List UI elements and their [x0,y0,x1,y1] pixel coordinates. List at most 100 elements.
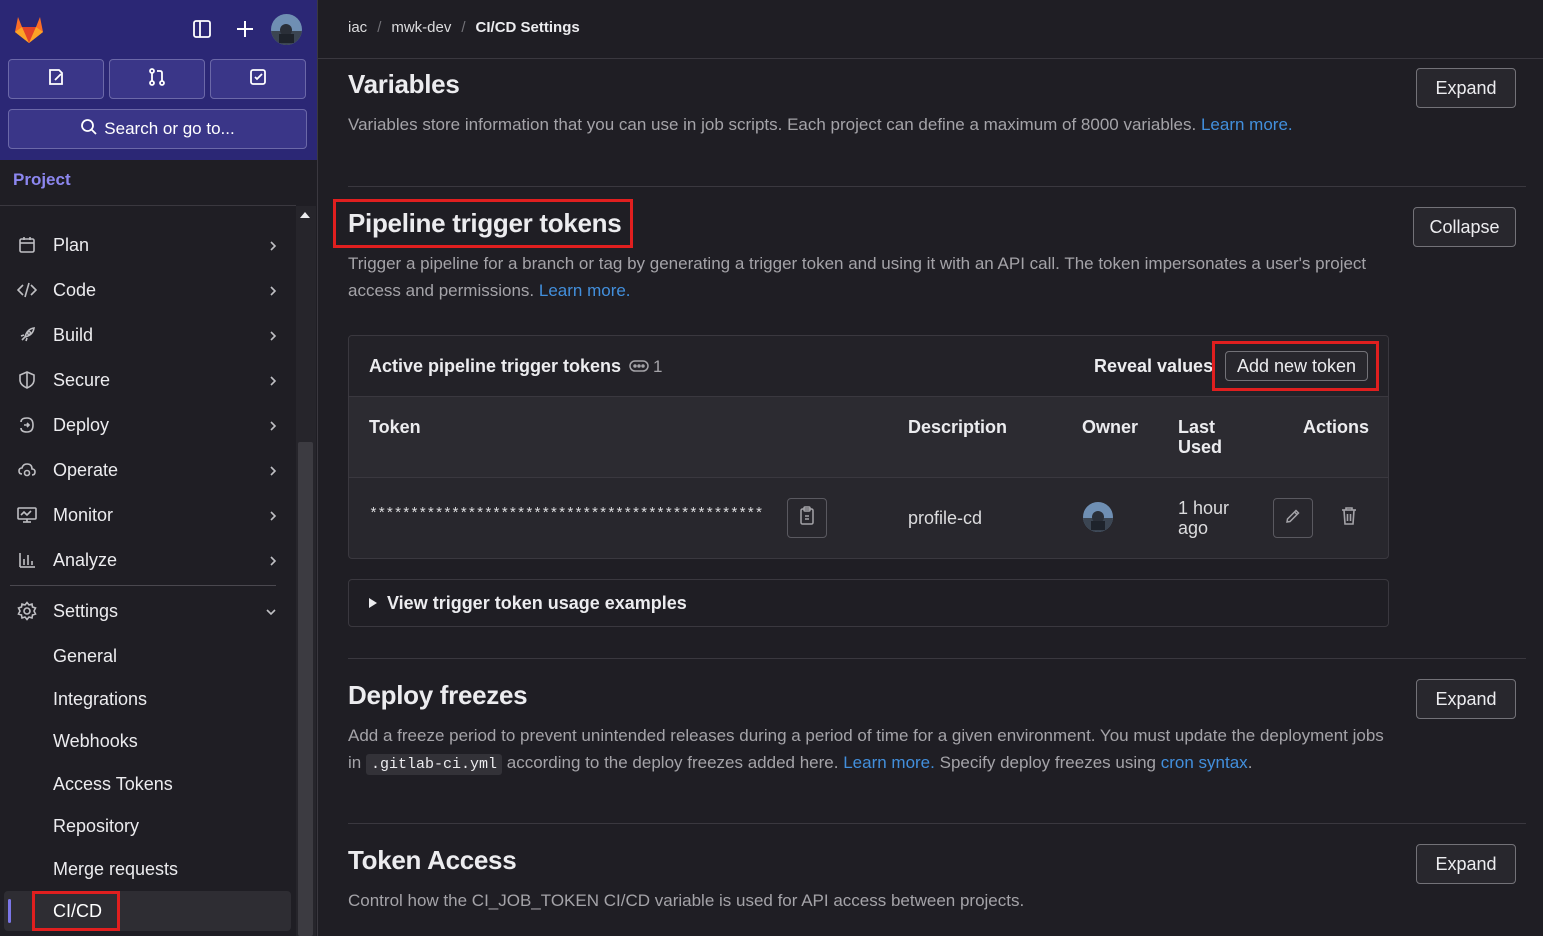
annotation-highlight-add-token [1212,341,1379,391]
token-last-used: 1 hour ago [1178,498,1229,538]
delete-token-button[interactable] [1329,498,1369,538]
last-used-line2: ago [1178,518,1209,538]
variables-title: Variables [348,69,460,99]
header-divider [318,58,1543,59]
sidebar-sub-access-tokens[interactable]: Access Tokens [53,774,173,795]
sidebar-sub-repository[interactable]: Repository [53,816,139,837]
sidebar-item-label: Settings [53,600,119,621]
sidebar-item-label: Monitor [53,504,114,525]
column-last-used: Last Used [1178,417,1222,457]
column-actions: Actions [1303,417,1370,437]
sidebar: Search or go to... Project Plan Code Bui… [0,0,318,936]
pencil-icon [1284,507,1302,530]
sidebar-item-build[interactable]: Build [8,315,288,355]
sidebar-item-analyze[interactable]: Analyze [8,540,288,580]
deployments-icon [16,414,38,436]
cron-syntax-link[interactable]: cron syntax [1161,753,1248,772]
user-avatar[interactable] [271,14,302,45]
todos-button[interactable] [210,59,306,99]
gitlab-logo-icon[interactable] [12,12,46,46]
sidebar-toggle-icon[interactable] [187,14,217,44]
issues-icon [46,67,66,92]
sidebar-item-monitor[interactable]: Monitor [8,495,288,535]
context-label[interactable]: Project [13,170,71,190]
freezes-desc-d: . [1247,753,1253,772]
scrollbar-thumb[interactable] [298,442,313,936]
freezes-expand-button[interactable]: Expand [1416,679,1516,719]
triggers-description: Trigger a pipeline for a branch or tag b… [348,250,1378,304]
sidebar-item-secure[interactable]: Secure [8,360,288,400]
variables-description: Variables store information that you can… [348,111,1388,138]
merge-requests-button[interactable] [109,59,205,99]
sidebar-sub-webhooks[interactable]: Webhooks [53,731,138,752]
breadcrumb-item[interactable]: iac [348,19,367,36]
chevron-right-icon [268,372,278,393]
chevron-down-icon [264,603,278,624]
chevron-right-icon [268,237,278,258]
sidebar-sub-merge-requests[interactable]: Merge requests [53,859,178,880]
scroll-up-arrow-icon[interactable] [300,212,310,218]
column-owner: Owner [1082,417,1139,437]
sidebar-item-code[interactable]: Code [8,270,288,310]
sidebar-item-label: Deploy [53,414,110,435]
sidebar-item-operate[interactable]: Operate [8,450,288,490]
token-count-icon [629,359,649,378]
breadcrumb-separator: / [377,19,382,36]
trash-icon [1340,506,1358,531]
chevron-right-icon [268,327,278,348]
issues-button[interactable] [8,59,104,99]
annotation-highlight-cicd [32,891,120,931]
sidebar-sub-general[interactable]: General [53,646,117,667]
owner-avatar[interactable] [1083,502,1113,532]
sidebar-item-plan[interactable]: Plan [8,225,288,265]
todo-checkbox-icon [248,67,268,92]
triggers-learn-more-link[interactable]: Learn more. [539,281,631,300]
sidebar-item-settings[interactable]: Settings [8,591,288,631]
sidebar-item-label: Analyze [53,549,118,570]
column-description: Description [908,417,1008,437]
reveal-values-toggle[interactable]: Reveal values [1094,356,1213,377]
active-indicator [8,899,11,923]
chart-icon [16,549,38,571]
token-value-masked: ****************************************… [369,506,763,523]
sidebar-item-deploy[interactable]: Deploy [8,405,288,445]
sidebar-sub-integrations[interactable]: Integrations [53,689,147,710]
freezes-learn-more-link[interactable]: Learn more. [843,753,935,772]
shield-icon [16,369,38,391]
triggers-collapse-button[interactable]: Collapse [1413,207,1516,247]
table-header: Token Description Owner Last Used Action… [349,397,1388,478]
usage-examples-label: View trigger token usage examples [387,593,687,613]
variables-expand-button[interactable]: Expand [1416,68,1516,108]
sidebar-item-label: Operate [53,459,119,480]
copy-token-button[interactable] [787,498,827,538]
create-new-icon[interactable] [230,14,260,44]
search-button[interactable]: Search or go to... [8,109,307,149]
breadcrumb-current[interactable]: CI/CD Settings [476,19,580,36]
triggers-desc-text: Trigger a pipeline for a branch or tag b… [348,254,1367,300]
gitlab-ci-code: .gitlab-ci.yml [365,754,502,775]
settings-icon [16,600,38,622]
sidebar-item-label: Plan [53,234,90,255]
breadcrumb-item[interactable]: mwk-dev [391,19,451,36]
sidebar-header: Search or go to... [0,0,317,160]
chevron-right-icon [268,507,278,528]
breadcrumb-separator: / [461,19,466,36]
token-access-title: Token Access [348,845,517,875]
section-divider [348,823,1526,824]
search-icon [80,118,98,141]
usage-examples-disclosure[interactable]: View trigger token usage examples [348,579,1389,627]
freezes-description: Add a freeze period to prevent unintende… [348,722,1388,778]
nav-divider [10,585,276,586]
section-divider [348,658,1526,659]
last-used-line1: 1 hour [1178,498,1230,518]
rocket-icon [16,324,38,346]
token-description: profile-cd [908,508,983,528]
freezes-title: Deploy freezes [348,680,528,710]
annotation-highlight-title [333,199,633,248]
sidebar-scrollbar[interactable] [296,206,316,936]
token-access-expand-button[interactable]: Expand [1416,844,1516,884]
variables-learn-more-link[interactable]: Learn more. [1201,115,1293,134]
clipboard-icon [798,505,816,531]
edit-token-button[interactable] [1273,498,1313,538]
cloud-gear-icon [16,459,38,481]
